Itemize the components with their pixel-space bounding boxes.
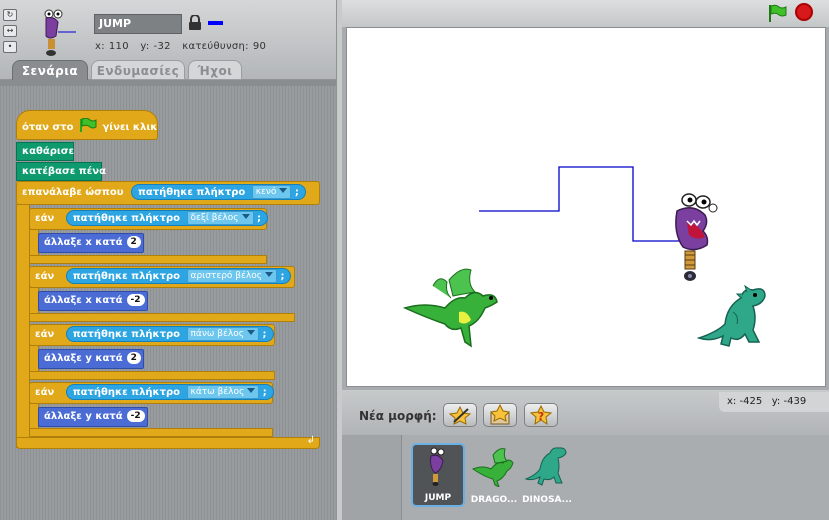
surprise-sprite-icon: ? [529, 404, 553, 426]
change-y-value[interactable]: -2 [126, 410, 145, 422]
repeat-until-block[interactable]: επανάλαβε ώσπου πατήθηκε πλήκτρο κενό ; [16, 181, 320, 205]
dinosaur-thumb [524, 447, 567, 486]
change-x-left-block[interactable]: άλλαξε x κατά -2 [38, 291, 148, 311]
sprite-y: -32 [153, 41, 171, 52]
change-y-down-block[interactable]: άλλαξε y κατά -2 [38, 407, 148, 427]
key-dropdown-down[interactable]: κάτω βέλος [186, 385, 260, 399]
if-left-bottom [29, 313, 295, 322]
green-flag-icon [79, 117, 97, 132]
dragon-sprite [402, 268, 498, 348]
rotate-all-icon[interactable]: ↻ [3, 9, 17, 21]
loop-arrow-icon: ↲ [306, 435, 315, 446]
lock-icon[interactable] [188, 15, 202, 31]
pen-trail [479, 166, 681, 242]
sprite-thumbnail [44, 9, 76, 56]
key-pressed-space[interactable]: πατήθηκε πλήκτρο κενό ; [130, 184, 306, 200]
jump-sprite [675, 193, 718, 281]
key-dropdown-space[interactable]: κενό [251, 185, 292, 199]
change-y-value[interactable]: 2 [126, 352, 141, 364]
key-dropdown-left[interactable]: αριστερό βέλος [186, 269, 277, 283]
repeat-bottom: ↲ [16, 435, 320, 449]
choose-sprite-icon [489, 403, 511, 425]
stage-toolbar [342, 0, 829, 27]
sprite-x: 110 [108, 41, 129, 52]
sprite-library-item-jump[interactable]: JUMP [411, 443, 465, 507]
if-down-bottom [29, 428, 273, 437]
mouse-coordinates: x: -425 y: -439 [719, 392, 829, 412]
choose-sprite-button[interactable] [483, 403, 517, 427]
green-flag-icon[interactable] [767, 4, 787, 22]
key-dropdown-right[interactable]: δεξί βέλος [186, 211, 254, 225]
when-flag-clicked-block[interactable]: όταν στο γίνει κλικ [16, 110, 158, 140]
if-right-block[interactable]: εάν πατήθηκε πλήκτρο δεξί βέλος ; [29, 208, 269, 230]
mouse-x: -425 [739, 396, 763, 407]
surprise-sprite-button[interactable]: ? [524, 403, 558, 427]
paint-new-sprite-icon [448, 405, 472, 425]
rotate-lr-icon[interactable]: ↔ [3, 25, 17, 37]
new-sprite-label: Νέα μορφή: [359, 409, 437, 423]
if-right-bottom [29, 255, 267, 264]
if-left-block[interactable]: εάν πατήθηκε πλήκτρο αριστερό βέλος ; [29, 266, 295, 288]
pen-down-block[interactable]: κατέβασε πένα [16, 162, 106, 181]
dinosaur-sprite [696, 284, 766, 347]
sprite-name-field[interactable]: JUMP [94, 14, 182, 34]
change-x-right-block[interactable]: άλλαξε x κατά 2 [38, 233, 144, 253]
change-x-value[interactable]: -2 [126, 294, 145, 306]
key-pressed-left[interactable]: πατήθηκε πλήκτρο αριστερό βέλος ; [65, 268, 292, 284]
stop-icon[interactable] [795, 3, 813, 21]
no-rotate-icon[interactable]: • [3, 41, 17, 53]
sprite-info-panel: ↻ ↔ • JUMP x: 110 y: -32 κατεύθυνση: 90 Σεν… [0, 0, 341, 80]
if-up-block[interactable]: εάν πατήθηκε πλήκτρο πάνω βέλος ; [29, 324, 275, 346]
key-dropdown-up[interactable]: πάνω βέλος [186, 327, 260, 341]
jump-thumb [430, 447, 445, 486]
dragon-thumb [471, 448, 514, 488]
sprite-direction: 90 [252, 41, 267, 52]
if-up-bottom [29, 371, 275, 380]
clear-block[interactable]: καθάρισε [16, 142, 74, 161]
sprite-coordinates: x: 110 y: -32 κατεύθυνση: 90 [95, 41, 267, 52]
key-pressed-up[interactable]: πατήθηκε πλήκτρο πάνω βέλος ; [65, 326, 274, 342]
if-down-block[interactable]: εάν πατήθηκε πλήκτρο κάτω βέλος ; [29, 382, 274, 404]
change-x-value[interactable]: 2 [126, 236, 141, 248]
tab-costumes[interactable]: Ενδυμασίες [91, 60, 185, 80]
pen-color-swatch [208, 21, 223, 25]
repeat-c-arm [16, 204, 30, 448]
change-y-up-block[interactable]: άλλαξε y κατά 2 [38, 349, 144, 369]
tab-sounds[interactable]: Ήχοι [188, 60, 242, 80]
paint-new-sprite-button[interactable] [443, 403, 477, 427]
sprite-library-item-dragon[interactable]: DRAGO... [467, 443, 521, 507]
mouse-y: -439 [783, 396, 807, 407]
svg-text:?: ? [538, 410, 544, 423]
tab-scripts[interactable]: Σενάρια [12, 60, 88, 80]
key-pressed-down[interactable]: πατήθηκε πλήκτρο κάτω βέλος ; [65, 384, 274, 400]
sprite-library-item-dinosaur[interactable]: DINOSA... [520, 443, 574, 507]
stage-canvas [402, 166, 766, 348]
key-pressed-right[interactable]: πατήθηκε πλήκτρο δεξί βέλος ; [65, 210, 269, 226]
stage-thumbnail-column[interactable] [342, 435, 402, 520]
stage[interactable] [346, 27, 826, 387]
